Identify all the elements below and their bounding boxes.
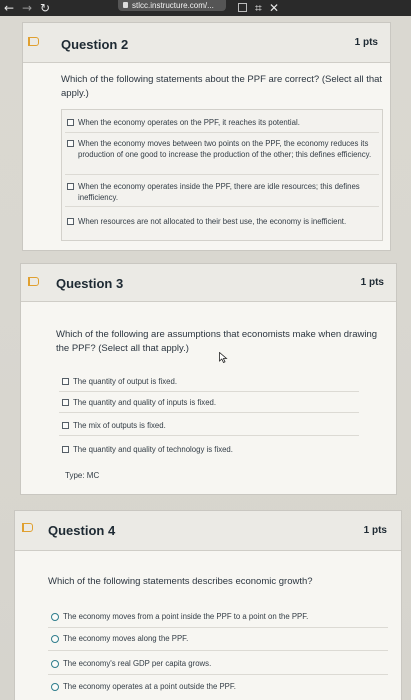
question-prompt: Which of the following statements about … bbox=[61, 74, 383, 99]
option-divider bbox=[48, 674, 388, 675]
option-label: The mix of outputs is fixed. bbox=[73, 421, 166, 430]
back-arrow-icon[interactable]: ← bbox=[4, 1, 14, 15]
forward-arrow-icon[interactable]: → bbox=[22, 1, 32, 15]
option-label: When resources are not allocated to thei… bbox=[78, 217, 347, 226]
option-divider bbox=[65, 174, 379, 175]
address-bar[interactable]: stlcc.instructure.com/... bbox=[118, 0, 226, 11]
option-label: When the economy operates on the PPF, it… bbox=[78, 118, 300, 127]
quiz-page: Question 2 1 pts Which of the following … bbox=[0, 16, 411, 700]
checkbox[interactable] bbox=[67, 140, 74, 147]
radio-button[interactable] bbox=[51, 683, 59, 691]
question-card-2: Question 2 1 pts Which of the following … bbox=[22, 22, 391, 251]
question-type-label: Type: MC bbox=[65, 471, 100, 480]
radio-button[interactable] bbox=[51, 613, 59, 621]
option-divider bbox=[65, 206, 379, 207]
checkbox[interactable] bbox=[67, 119, 74, 126]
url-text: stlcc.instructure.com/... bbox=[132, 1, 214, 10]
option-label: When the economy operates inside the PPF… bbox=[78, 182, 360, 202]
question-card-3: Question 3 1 pts Which of the following … bbox=[20, 263, 397, 495]
question-points: 1 pts bbox=[354, 37, 378, 48]
radio-button[interactable] bbox=[51, 635, 59, 643]
option-label: The economy's real GDP per capita grows. bbox=[63, 659, 212, 668]
option-divider bbox=[48, 650, 388, 651]
radio-button[interactable] bbox=[51, 660, 59, 668]
option-label: The economy moves from a point inside th… bbox=[63, 612, 309, 621]
flag-question-icon[interactable] bbox=[28, 277, 39, 286]
option-divider bbox=[59, 435, 359, 436]
share-icon[interactable]: ⌗ bbox=[255, 1, 262, 16]
question-title: Question 3 bbox=[56, 276, 124, 291]
browser-toolbar: ← → ↻ stlcc.instructure.com/... ⌗ ✕ bbox=[0, 0, 411, 16]
option-label: The quantity of output is fixed. bbox=[73, 377, 178, 386]
checkbox[interactable] bbox=[62, 422, 69, 429]
option-divider bbox=[59, 391, 359, 392]
question-points: 1 pts bbox=[363, 525, 387, 536]
flag-question-icon[interactable] bbox=[22, 523, 33, 532]
option-label: The economy moves along the PPF. bbox=[63, 634, 189, 643]
option-divider bbox=[59, 412, 359, 413]
reload-icon[interactable]: ↻ bbox=[40, 1, 50, 15]
checkbox[interactable] bbox=[62, 378, 69, 385]
flag-question-icon[interactable] bbox=[28, 37, 39, 46]
checkbox[interactable] bbox=[67, 218, 74, 225]
question-points: 1 pts bbox=[360, 277, 384, 288]
option-divider bbox=[48, 627, 388, 628]
tabs-icon[interactable] bbox=[238, 3, 247, 12]
mouse-cursor-icon bbox=[219, 352, 228, 363]
checkbox[interactable] bbox=[62, 399, 69, 406]
option-label: The economy operates at a point outside … bbox=[63, 682, 236, 691]
lock-icon bbox=[123, 2, 128, 8]
checkbox[interactable] bbox=[62, 446, 69, 453]
question-title: Question 4 bbox=[48, 523, 116, 538]
option-label: When the economy moves between two point… bbox=[78, 139, 372, 159]
extensions-icon[interactable]: ✕ bbox=[269, 1, 279, 15]
question-prompt: Which of the following statements descri… bbox=[48, 576, 313, 587]
option-divider bbox=[65, 132, 379, 133]
question-card-4: Question 4 1 pts Which of the following … bbox=[14, 510, 402, 700]
checkbox[interactable] bbox=[67, 183, 74, 190]
question-title: Question 2 bbox=[61, 37, 129, 52]
option-label: The quantity and quality of technology i… bbox=[73, 445, 233, 454]
option-label: The quantity and quality of inputs is fi… bbox=[73, 398, 217, 407]
